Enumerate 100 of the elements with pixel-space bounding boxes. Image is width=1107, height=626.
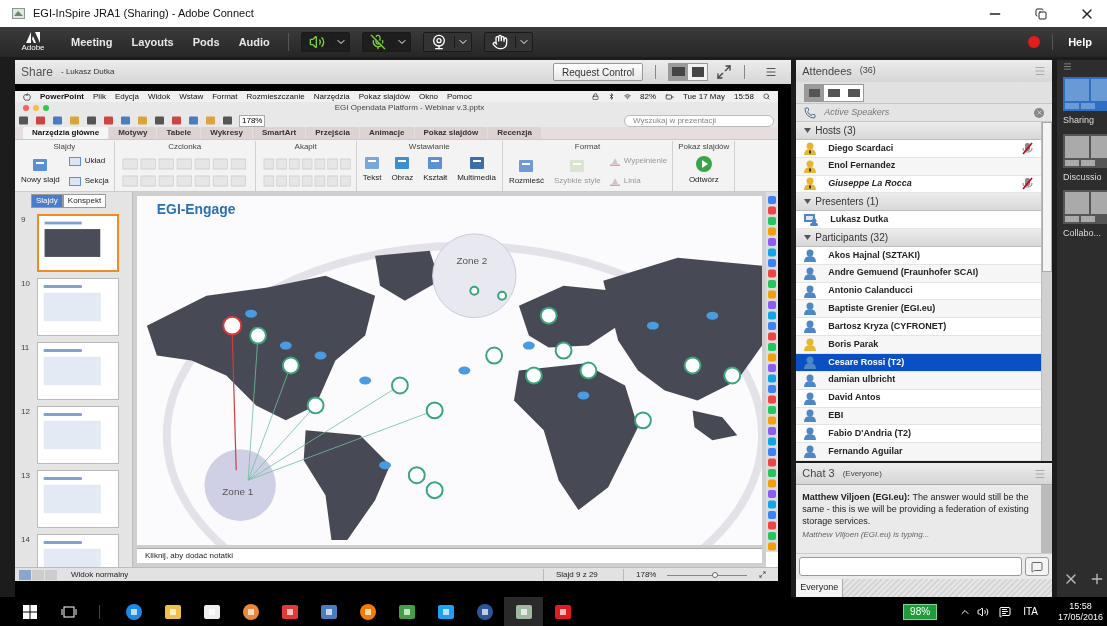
- add-icon[interactable]: [1089, 571, 1105, 587]
- slide-thumbnail[interactable]: [37, 342, 119, 400]
- paint-icon: [609, 176, 620, 186]
- mac-menu-item[interactable]: Narzędzia: [313, 90, 350, 103]
- device-button[interactable]: [483, 32, 533, 52]
- menu-item[interactable]: Layouts: [131, 33, 174, 51]
- attendee-row[interactable]: Fabio D'Andria (T2): [796, 425, 1041, 444]
- attendee-row[interactable]: Bartosz Kryza (CYFRONET): [796, 318, 1041, 337]
- ribbon-tab[interactable]: Wykresy: [201, 127, 252, 139]
- attendee-row[interactable]: Fernando Aguilar: [796, 443, 1041, 461]
- mac-menu-item[interactable]: PowerPoint: [40, 90, 84, 103]
- group-header[interactable]: Presenters (1): [796, 193, 1041, 212]
- restore-icon[interactable]: [1035, 7, 1047, 20]
- pod-title: Share: [21, 64, 54, 81]
- notifications-icon[interactable]: [999, 605, 1012, 618]
- taskbar-app-icon[interactable]: [241, 602, 260, 621]
- shapes-icon: [426, 155, 445, 171]
- slide-thumbnail[interactable]: [37, 278, 119, 336]
- attendee-row[interactable]: Boris Parak: [796, 336, 1041, 354]
- taskbar-app-icon[interactable]: [280, 602, 299, 621]
- ribbon-button[interactable]: Rozmieść: [507, 158, 545, 187]
- ribbon-group-title: Format: [574, 141, 601, 153]
- taskbar-app-icon[interactable]: [436, 602, 455, 621]
- zoom-slider-thumb[interactable]: [712, 571, 718, 578]
- device-button[interactable]: [361, 32, 411, 52]
- ribbon-button[interactable]: Kształt: [422, 155, 449, 184]
- ribbon-tab[interactable]: Motywy: [109, 127, 157, 139]
- mac-menu-item[interactable]: Okno: [418, 90, 439, 103]
- attendee-row[interactable]: Baptiste Grenier (EGI.eu): [796, 300, 1041, 319]
- taskbar-app-icon[interactable]: [202, 602, 221, 621]
- slide-thumbnail[interactable]: [37, 406, 119, 464]
- window-title: EGI-InSpire JRA1 (Sharing) - Adobe Connect: [33, 6, 255, 22]
- mac-menu-item[interactable]: Plik: [93, 90, 106, 103]
- view-toggle-icon[interactable]: [804, 83, 865, 102]
- group-header[interactable]: Hosts (3): [796, 122, 1041, 140]
- zoom-select[interactable]: 178%: [239, 114, 266, 127]
- ribbon-tab[interactable]: SmartArt: [253, 127, 306, 139]
- search-icon[interactable]: [763, 93, 770, 100]
- mac-menu-item[interactable]: Pokaz slajdów: [358, 90, 410, 103]
- slide-title: EGI-Engage: [156, 200, 236, 217]
- panel-tab[interactable]: Konspekt: [62, 194, 107, 208]
- menu-item[interactable]: Audio: [238, 33, 270, 51]
- taskbar-app-icon[interactable]: [358, 602, 377, 621]
- taskbar-app-icon[interactable]: [319, 602, 338, 621]
- taskbar-app-icon[interactable]: [397, 602, 416, 621]
- attendee-row[interactable]: Lukasz Dutka: [796, 211, 1041, 230]
- menu-item[interactable]: Meeting: [71, 33, 113, 51]
- mac-menu-item[interactable]: Edycja: [114, 90, 139, 103]
- taskbar-app-icon[interactable]: [514, 602, 533, 621]
- taskbar-app-icon[interactable]: [163, 602, 182, 621]
- device-button[interactable]: [300, 32, 350, 52]
- group-header[interactable]: Participants (32): [796, 229, 1041, 247]
- ribbon-button[interactable]: Odtwórz: [687, 155, 720, 186]
- mac-menu-item[interactable]: Widok: [147, 90, 171, 103]
- volume-icon[interactable]: [977, 605, 990, 618]
- scrollbar[interactable]: [1041, 122, 1052, 461]
- apple-icon[interactable]: [23, 92, 31, 101]
- ribbon-tab[interactable]: Recenzja: [488, 127, 541, 139]
- device-button[interactable]: [422, 32, 472, 52]
- chat-tab[interactable]: Everyone: [796, 579, 844, 597]
- send-button[interactable]: [1025, 557, 1049, 576]
- notes-placeholder[interactable]: Kliknij, aby dodać notatki: [145, 550, 234, 562]
- slide-thumbnail[interactable]: [37, 470, 119, 528]
- ribbon-tab[interactable]: Narzędzia główne: [23, 127, 109, 139]
- panel-tab[interactable]: Slajdy: [31, 194, 63, 208]
- menu-icon[interactable]: [1063, 62, 1072, 71]
- ribbon-button[interactable]: Sekcja: [68, 175, 109, 187]
- request-control-button[interactable]: Request Control: [553, 63, 644, 81]
- fullscreen-icon[interactable]: [716, 64, 733, 80]
- view-mode-icon[interactable]: [668, 63, 709, 81]
- fit-icon[interactable]: [759, 571, 766, 578]
- input-language[interactable]: ITA: [1023, 604, 1038, 619]
- taskbar-app-icon[interactable]: [124, 602, 143, 621]
- ribbon-button[interactable]: Multimedia: [456, 155, 497, 184]
- ribbon-button[interactable]: Tekst: [361, 155, 383, 184]
- scrollbar[interactable]: [1041, 485, 1052, 553]
- windows-start-icon[interactable]: [23, 604, 37, 619]
- chat-message: Matthew Viljoen (EGI.eu): The answer would still be the same - this is we will be providing a federation of existing storage services.: [802, 491, 1030, 527]
- mac-menu-item[interactable]: Pomoc: [447, 90, 472, 103]
- chat-input[interactable]: [799, 557, 1022, 576]
- slide-thumbnail[interactable]: [37, 214, 119, 272]
- ribbon-tab[interactable]: Animacje: [359, 127, 414, 139]
- task-view-icon[interactable]: [61, 605, 77, 618]
- search-field[interactable]: Wyszukaj w prezentacji: [624, 114, 774, 127]
- taskbar-app-icon[interactable]: [475, 602, 494, 621]
- mac-menu-item[interactable]: Wstaw: [179, 90, 204, 103]
- ribbon-tab[interactable]: Przejścia: [306, 127, 359, 139]
- attendee-name: Diego Scardaci: [828, 141, 895, 155]
- help-menu[interactable]: Help: [1053, 33, 1107, 51]
- ribbon-button[interactable]: Obraz: [390, 155, 415, 184]
- ribbon-tab[interactable]: Tabele: [157, 127, 201, 139]
- mac-menu-item[interactable]: Format: [212, 90, 238, 103]
- menu-icon[interactable]: [765, 66, 778, 78]
- ribbon-tab[interactable]: Pokaz slajdów: [414, 127, 488, 139]
- ribbon-button[interactable]: Układ: [68, 155, 109, 167]
- ribbon-button[interactable]: Nowy slajd: [20, 156, 61, 186]
- menu-item[interactable]: Pods: [192, 33, 220, 51]
- attendee-name: Enol Fernandez: [828, 159, 897, 173]
- mac-menu-item[interactable]: Rozmieszczanie: [246, 90, 305, 103]
- taskbar-app-icon[interactable]: [553, 602, 572, 621]
